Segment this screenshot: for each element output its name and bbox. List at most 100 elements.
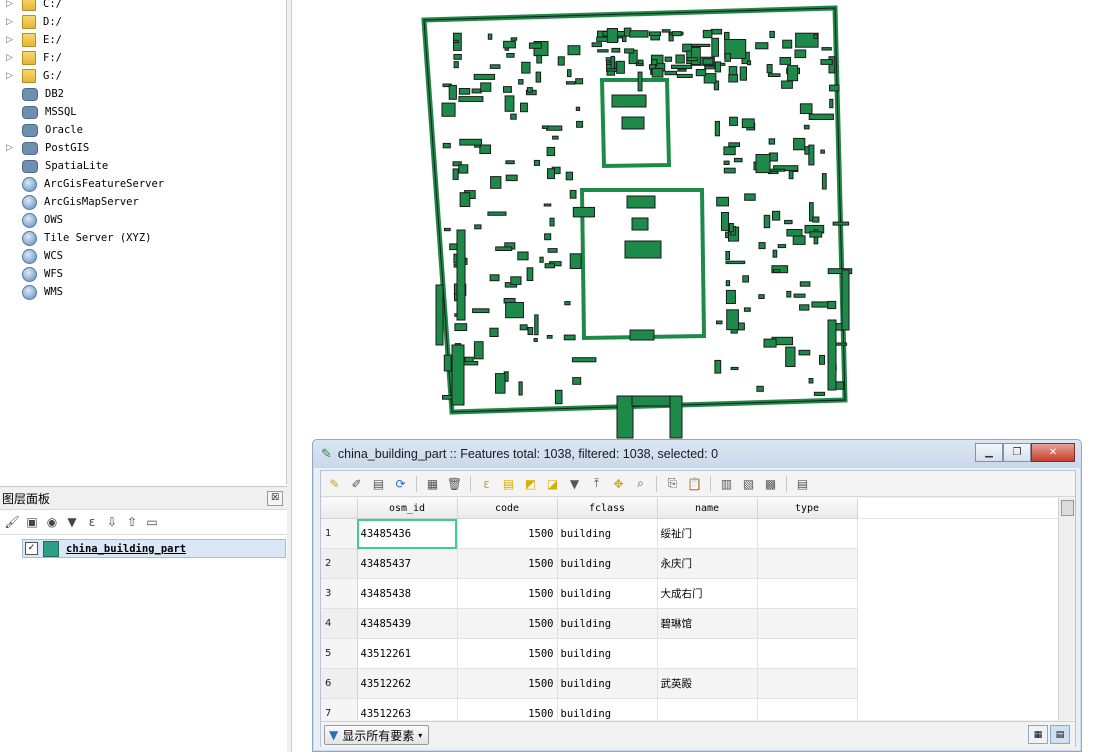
- style-brush-icon[interactable]: 🖌: [4, 514, 20, 530]
- cell-osm-id[interactable]: 43512261: [357, 638, 458, 669]
- scrollbar-thumb[interactable]: [1061, 500, 1074, 516]
- save-edits-icon[interactable]: ▤: [369, 474, 388, 493]
- pan-to-selected-icon[interactable]: ✥: [609, 474, 628, 493]
- cell-code[interactable]: 1500: [457, 668, 558, 699]
- cell-fclass[interactable]: building: [557, 698, 658, 720]
- cell-fclass[interactable]: building: [557, 638, 658, 669]
- field-calculator-icon[interactable]: ▩: [761, 474, 780, 493]
- form-view-button[interactable]: ▦: [1028, 725, 1048, 744]
- expand-arrow-icon[interactable]: ▷: [6, 71, 16, 81]
- column-header[interactable]: osm_id: [357, 498, 458, 519]
- row-number[interactable]: 4: [321, 608, 358, 639]
- zoom-to-selected-icon[interactable]: ⌕: [631, 474, 650, 493]
- expand-arrow-icon[interactable]: ▷: [6, 53, 16, 63]
- cell-type[interactable]: [757, 578, 858, 609]
- browser-item[interactable]: MSSQL: [0, 103, 286, 121]
- invert-selection-icon[interactable]: ◩: [521, 474, 540, 493]
- table-row[interactable]: 4 43485439 1500 building 碧琳馆: [321, 608, 1059, 639]
- cell-code[interactable]: 1500: [457, 518, 558, 549]
- multi-edit-icon[interactable]: ✐: [347, 474, 366, 493]
- row-number[interactable]: 1: [321, 518, 358, 549]
- move-selection-top-icon[interactable]: ⤒: [587, 474, 606, 493]
- browser-item[interactable]: ▷ E:/: [0, 31, 286, 49]
- paste-features-icon[interactable]: 📋: [685, 474, 704, 493]
- cell-type[interactable]: [757, 518, 858, 549]
- browser-item[interactable]: ▷ F:/: [0, 49, 286, 67]
- table-row[interactable]: 3 43485438 1500 building 大成右门: [321, 578, 1059, 609]
- expand-arrow-icon[interactable]: ▷: [6, 143, 16, 153]
- cell-fclass[interactable]: building: [557, 668, 658, 699]
- browser-item[interactable]: ▷ PostGIS: [0, 139, 286, 157]
- browser-item[interactable]: WFS: [0, 265, 286, 283]
- reload-icon[interactable]: ⟳: [391, 474, 410, 493]
- browser-item[interactable]: OWS: [0, 211, 286, 229]
- table-row[interactable]: 5 43512261 1500 building: [321, 638, 1059, 669]
- cell-code[interactable]: 1500: [457, 698, 558, 720]
- cell-name[interactable]: 绥祉门: [657, 518, 758, 549]
- browser-item[interactable]: WCS: [0, 247, 286, 265]
- cell-name[interactable]: 碧琳馆: [657, 608, 758, 639]
- layer-item[interactable]: ✓ china_building_part: [22, 539, 286, 558]
- deselect-all-icon[interactable]: ◪: [543, 474, 562, 493]
- expand-arrow-icon[interactable]: ▷: [6, 0, 16, 9]
- attribute-table-titlebar[interactable]: ✎ china_building_part :: Features total:…: [313, 440, 1081, 468]
- browser-item[interactable]: WMS: [0, 283, 286, 301]
- select-by-expression-icon[interactable]: ε: [477, 474, 496, 493]
- row-number[interactable]: 5: [321, 638, 358, 669]
- cell-name[interactable]: 永庆门: [657, 548, 758, 579]
- layer-visibility-checkbox[interactable]: ✓: [25, 542, 38, 555]
- vertical-scrollbar[interactable]: [1058, 498, 1075, 720]
- browser-item[interactable]: ▷ C:/: [0, 0, 286, 13]
- table-row[interactable]: 1 43485436 1500 building 绥祉门: [321, 518, 1059, 549]
- copy-rows-icon[interactable]: ⎘: [663, 474, 682, 493]
- column-header[interactable]: fclass: [557, 498, 658, 519]
- table-row[interactable]: 7 43512263 1500 building: [321, 698, 1059, 720]
- conditional-formatting-icon[interactable]: ▤: [793, 474, 812, 493]
- browser-item[interactable]: ▷ G:/: [0, 67, 286, 85]
- cell-osm-id[interactable]: 43485436: [357, 518, 458, 549]
- layers-panel-close-button[interactable]: ☒: [267, 491, 283, 506]
- cell-osm-id[interactable]: 43512262: [357, 668, 458, 699]
- show-all-features-dropdown[interactable]: ▼ 显示所有要素 ▾: [324, 725, 430, 745]
- cell-osm-id[interactable]: 43485439: [357, 608, 458, 639]
- select-all-icon[interactable]: ▤: [499, 474, 518, 493]
- browser-item[interactable]: SpatiaLite: [0, 157, 286, 175]
- cell-name[interactable]: [657, 698, 758, 720]
- cell-type[interactable]: [757, 638, 858, 669]
- filter-icon[interactable]: ▼: [64, 514, 80, 530]
- column-header[interactable]: type: [757, 498, 858, 519]
- row-number[interactable]: 7: [321, 698, 358, 720]
- cell-name[interactable]: 武英殿: [657, 668, 758, 699]
- cell-fclass[interactable]: building: [557, 608, 658, 639]
- table-row[interactable]: 2 43485437 1500 building 永庆门: [321, 548, 1059, 579]
- browser-item[interactable]: ArcGisMapServer: [0, 193, 286, 211]
- cell-code[interactable]: 1500: [457, 638, 558, 669]
- row-number[interactable]: 3: [321, 578, 358, 609]
- row-number[interactable]: 6: [321, 668, 358, 699]
- filter-select-icon[interactable]: ▼: [565, 474, 584, 493]
- cell-code[interactable]: 1500: [457, 578, 558, 609]
- cell-code[interactable]: 1500: [457, 608, 558, 639]
- browser-item[interactable]: DB2: [0, 85, 286, 103]
- new-field-icon[interactable]: ▥: [717, 474, 736, 493]
- expression-filter-icon[interactable]: ε: [84, 514, 100, 530]
- table-row[interactable]: 6 43512262 1500 building 武英殿: [321, 668, 1059, 699]
- cell-type[interactable]: [757, 548, 858, 579]
- browser-item[interactable]: ▷ D:/: [0, 13, 286, 31]
- cell-code[interactable]: 1500: [457, 548, 558, 579]
- toggle-editing-icon[interactable]: ✎: [325, 474, 344, 493]
- cell-fclass[interactable]: building: [557, 578, 658, 609]
- delete-feature-icon[interactable]: 🗑: [445, 474, 464, 493]
- add-group-icon[interactable]: ▣: [24, 514, 40, 530]
- cell-type[interactable]: [757, 608, 858, 639]
- browser-item[interactable]: ArcGisFeatureServer: [0, 175, 286, 193]
- expand-arrow-icon[interactable]: ▷: [6, 17, 16, 27]
- browser-item[interactable]: Oracle: [0, 121, 286, 139]
- close-button[interactable]: ✕: [1031, 443, 1075, 462]
- table-view-button[interactable]: ▤: [1050, 725, 1070, 744]
- cell-name[interactable]: 大成右门: [657, 578, 758, 609]
- cell-fclass[interactable]: building: [557, 518, 658, 549]
- cell-osm-id[interactable]: 43485437: [357, 548, 458, 579]
- column-header[interactable]: name: [657, 498, 758, 519]
- delete-field-icon[interactable]: ▧: [739, 474, 758, 493]
